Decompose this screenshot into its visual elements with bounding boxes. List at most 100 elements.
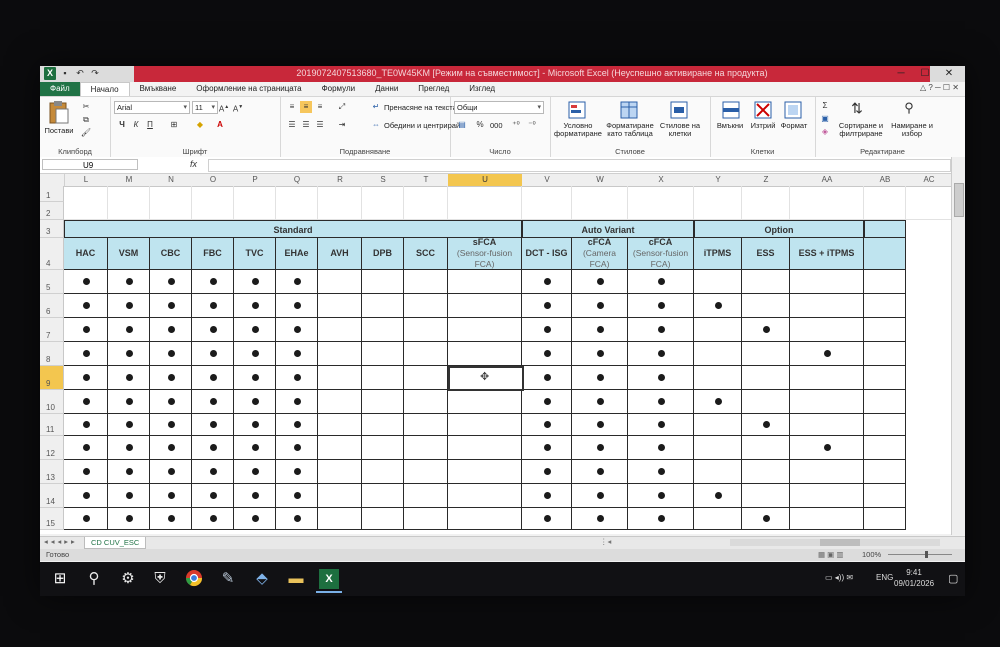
font-size-combo[interactable]: 11 <box>192 101 218 114</box>
grid-cell[interactable] <box>864 186 906 220</box>
format-cells-button[interactable]: Формат <box>778 122 810 130</box>
paste-button[interactable]: Постави <box>44 127 74 135</box>
tab-page-layout[interactable]: Оформление на страницата <box>186 82 311 96</box>
indent-icon[interactable]: ⇥ <box>336 119 348 131</box>
table-cell[interactable] <box>448 294 522 318</box>
chrome-icon[interactable] <box>184 569 204 589</box>
grid-cell[interactable] <box>572 186 628 220</box>
ribbon-window-controls[interactable]: △ ? ─ ☐ ✕ <box>920 83 959 92</box>
table-cell[interactable] <box>318 366 362 390</box>
table-cell[interactable] <box>362 390 404 414</box>
percent-button[interactable]: % <box>474 119 486 131</box>
table-cell[interactable] <box>742 366 790 390</box>
row-header[interactable]: 14 <box>40 484 64 508</box>
table-cell[interactable] <box>448 270 522 294</box>
row-header[interactable]: 2 <box>40 202 64 220</box>
table-cell[interactable] <box>742 460 790 484</box>
cut-icon[interactable]: ✂ <box>80 101 92 113</box>
sort-filter-icon[interactable]: ⇅ <box>851 101 863 115</box>
wrap-text-button[interactable]: Пренасяне на текста <box>384 103 457 112</box>
sheet-tab-active[interactable]: CD CUV_ESC <box>84 537 147 549</box>
table-cell[interactable] <box>864 366 906 390</box>
taskbar-excel-active[interactable]: X <box>316 567 342 593</box>
table-cell[interactable] <box>790 318 864 342</box>
table-cell[interactable] <box>448 460 522 484</box>
app-paint-icon[interactable]: ✎ <box>218 569 238 589</box>
sheet-nav-arrows[interactable]: ◂◂◂▸▸ <box>44 537 78 546</box>
zoom-level[interactable]: 100% <box>862 550 881 559</box>
search-icon[interactable]: ⚲ <box>84 569 104 589</box>
align-middle-icon[interactable]: ≡ <box>300 101 312 113</box>
file-explorer-icon[interactable]: ▬ <box>286 569 306 589</box>
row-header[interactable]: 4 <box>40 238 64 270</box>
table-cell[interactable] <box>694 414 742 436</box>
borders-icon[interactable]: ⊞ <box>168 119 180 131</box>
table-cell[interactable] <box>790 508 864 530</box>
grid-cell[interactable] <box>448 186 522 220</box>
table-cell[interactable] <box>742 270 790 294</box>
table-cell[interactable] <box>694 318 742 342</box>
table-cell[interactable] <box>318 294 362 318</box>
save-icon[interactable]: ▪ <box>59 67 71 80</box>
bold-button[interactable]: Ч <box>116 119 128 131</box>
zoom-slider[interactable] <box>888 554 952 555</box>
table-cell[interactable] <box>404 270 448 294</box>
row-header[interactable]: 5 <box>40 270 64 294</box>
table-cell[interactable] <box>864 318 906 342</box>
table-cell[interactable] <box>790 390 864 414</box>
table-cell[interactable] <box>864 460 906 484</box>
row-header[interactable]: 13 <box>40 460 64 484</box>
system-tray-icons[interactable]: ▭ ◂)) ✉ <box>825 573 853 582</box>
grid-cell[interactable] <box>628 186 694 220</box>
tab-review[interactable]: Преглед <box>408 82 459 96</box>
table-cell[interactable] <box>404 366 448 390</box>
insert-cells-icon[interactable] <box>722 101 740 119</box>
table-cell[interactable] <box>362 508 404 530</box>
row-header[interactable]: 12 <box>40 436 64 460</box>
table-cell[interactable] <box>742 484 790 508</box>
table-cell[interactable] <box>404 460 448 484</box>
copy-icon[interactable]: ⧉ <box>80 114 92 126</box>
tab-file[interactable]: Файл <box>40 82 80 96</box>
delete-cells-icon[interactable] <box>754 101 772 119</box>
font-name-combo[interactable]: Arial <box>114 101 190 114</box>
settings-gear-icon[interactable]: ⚙ <box>118 569 138 589</box>
increase-decimal-icon[interactable]: ⁺⁰ <box>510 119 522 131</box>
row-header[interactable]: 9 <box>40 366 64 390</box>
align-center-icon[interactable]: ☰ <box>300 119 312 131</box>
table-cell[interactable] <box>742 342 790 366</box>
horizontal-scrollbar[interactable] <box>730 539 940 546</box>
security-shield-icon[interactable]: ⛨ <box>150 569 170 589</box>
table-cell[interactable] <box>448 436 522 460</box>
table-cell[interactable] <box>404 294 448 318</box>
table-cell[interactable] <box>864 414 906 436</box>
zoom-slider-knob[interactable] <box>925 551 928 558</box>
thousands-button[interactable]: 000 <box>490 121 503 130</box>
find-select-button[interactable]: Намиране и избор <box>889 122 935 138</box>
grid-cell[interactable] <box>192 186 234 220</box>
table-cell[interactable] <box>318 270 362 294</box>
view-buttons[interactable]: ▦ ▣ ▥ <box>818 550 843 559</box>
worksheet-grid[interactable]: L M N O P Q R S T U V W X Y Z AA AB AC 1 2 3 4 5 6 7 8 9 10 11 12 13 14… <box>40 174 952 534</box>
excel-icon[interactable]: X <box>319 569 339 589</box>
sort-filter-button[interactable]: Сортиране и филтриране <box>833 122 889 138</box>
insert-cells-button[interactable]: Вмъкни <box>712 122 748 130</box>
start-windows-icon[interactable]: ⊞ <box>50 569 70 589</box>
number-format-combo[interactable]: Общи <box>454 101 544 114</box>
table-cell[interactable] <box>404 318 448 342</box>
table-cell[interactable] <box>362 318 404 342</box>
insert-function-icon[interactable]: fx <box>190 159 197 169</box>
name-box[interactable]: U9 <box>42 159 138 170</box>
table-cell[interactable] <box>864 508 906 530</box>
table-cell[interactable] <box>404 508 448 530</box>
close-button[interactable]: ✕ <box>937 66 961 82</box>
table-cell[interactable] <box>362 436 404 460</box>
grid-cell[interactable] <box>522 186 572 220</box>
tab-split-handle[interactable]: ⋮◂ <box>600 537 611 546</box>
horizontal-scroll-thumb[interactable] <box>820 539 860 546</box>
table-cell[interactable] <box>362 484 404 508</box>
grid-cell[interactable] <box>694 186 742 220</box>
grid-cell[interactable] <box>404 186 448 220</box>
table-cell[interactable] <box>864 390 906 414</box>
tab-data[interactable]: Данни <box>365 82 408 96</box>
